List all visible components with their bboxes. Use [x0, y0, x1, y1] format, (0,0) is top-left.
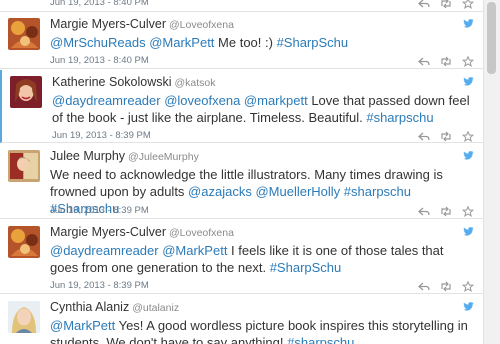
twitter-bird-icon — [463, 227, 474, 236]
avatar[interactable] — [8, 18, 40, 50]
mention-link[interactable]: @loveofxena — [164, 93, 240, 108]
tweet-timestamp[interactable]: Jun 19, 2013 - 8:39 PM — [50, 205, 149, 216]
mention-link[interactable]: @MarkPett — [149, 35, 214, 50]
author-handle[interactable]: @Loveofxena — [169, 227, 234, 239]
retweet-icon[interactable] — [440, 281, 452, 292]
hashtag-link[interactable]: #sharpschu — [287, 335, 354, 344]
tweet-text: @MarkPett Yes! A good wordless picture b… — [50, 317, 470, 344]
scrollbar[interactable] — [483, 0, 500, 344]
favorite-icon[interactable] — [462, 131, 474, 142]
retweet-icon[interactable] — [440, 0, 452, 9]
favorite-icon[interactable] — [462, 281, 474, 292]
author-handle[interactable]: @utalaniz — [132, 302, 179, 314]
tweet-text: @daydreamreader @MarkPett I feels like i… — [50, 242, 470, 276]
tweet-text: @daydreamreader @loveofxena @markpett Lo… — [52, 92, 472, 126]
author-handle[interactable]: @katsok — [175, 77, 216, 89]
tweet-text: @MrSchuReads @MarkPett Me too! :) #Sharp… — [50, 34, 470, 51]
mention-link[interactable]: @azajacks — [188, 184, 252, 199]
tweet-card[interactable]: Katherine Sokolowski @katsok @daydreamrea… — [0, 70, 484, 143]
retweet-icon[interactable] — [440, 131, 452, 142]
hashtag-link[interactable]: #SharpSchu — [270, 260, 342, 275]
tweet-timestamp[interactable]: Jun 19, 2013 - 8:39 PM — [50, 280, 149, 291]
author-handle[interactable]: @JuleeMurphy — [128, 151, 199, 163]
reply-icon[interactable] — [418, 0, 430, 9]
hashtag-link[interactable]: #sharpschu — [366, 110, 433, 125]
tweet-timestamp[interactable]: Jun 19, 2013 - 8:39 PM — [52, 130, 151, 141]
mention-link[interactable]: @daydreamreader — [52, 93, 161, 108]
tweet-card[interactable]: Margie Myers-Culver @Loveofxena @daydream… — [0, 220, 484, 294]
mention-link[interactable]: @markpett — [244, 93, 308, 108]
mention-link[interactable]: @MarkPett — [50, 318, 115, 333]
retweet-icon[interactable] — [440, 56, 452, 67]
avatar[interactable] — [8, 150, 40, 182]
author-name[interactable]: Margie Myers-Culver @Loveofxena — [50, 225, 234, 239]
mention-link[interactable]: @MuellerHolly — [255, 184, 340, 199]
reply-icon[interactable] — [418, 56, 430, 67]
author-name[interactable]: Julee Murphy @JuleeMurphy — [50, 149, 199, 163]
hashtag-link[interactable]: #SharpSchu — [277, 35, 349, 50]
mention-link[interactable]: @MarkPett — [162, 243, 227, 258]
reply-icon[interactable] — [418, 281, 430, 292]
author-name[interactable]: Margie Myers-Culver @Loveofxena — [50, 17, 234, 31]
scrollbar-thumb[interactable] — [487, 2, 496, 74]
favorite-icon[interactable] — [462, 206, 474, 217]
tweet-card[interactable]: Cynthia Alaniz @utalaniz @MarkPett Yes! A… — [0, 295, 484, 344]
reply-icon[interactable] — [418, 131, 430, 142]
tweet-timestamp[interactable]: Jun 19, 2013 - 8:40 PM — [50, 55, 149, 66]
mention-link[interactable]: @MrSchuReads — [50, 35, 146, 50]
author-handle[interactable]: @Loveofxena — [169, 19, 234, 31]
tweet-timestamp[interactable]: Jun 19, 2013 - 8:40 PM — [50, 0, 149, 8]
author-name[interactable]: Cynthia Alaniz @utalaniz — [50, 300, 179, 314]
avatar[interactable] — [8, 301, 40, 333]
tweet-feed: Jun 19, 2013 - 8:40 PM Margie Myers-Culv… — [0, 0, 484, 344]
hashtag-link[interactable]: #sharpschu — [344, 184, 411, 199]
retweet-icon[interactable] — [440, 206, 452, 217]
author-name[interactable]: Katherine Sokolowski @katsok — [52, 75, 216, 89]
favorite-icon[interactable] — [462, 56, 474, 67]
twitter-bird-icon — [463, 302, 474, 311]
avatar[interactable] — [10, 76, 42, 108]
reply-icon[interactable] — [418, 206, 430, 217]
tweet-text-fragment: Me too! :) — [214, 35, 277, 50]
mention-link[interactable]: @daydreamreader — [50, 243, 159, 258]
favorite-icon[interactable] — [462, 0, 474, 9]
tweet-card[interactable]: Margie Myers-Culver @Loveofxena @MrSchuRe… — [0, 12, 484, 69]
twitter-bird-icon — [463, 19, 474, 28]
avatar[interactable] — [8, 226, 40, 258]
tweet-card[interactable]: Julee Murphy @JuleeMurphy We need to ackn… — [0, 144, 484, 219]
twitter-bird-icon — [463, 151, 474, 160]
tweet-card[interactable]: Jun 19, 2013 - 8:40 PM — [0, 0, 484, 12]
twitter-bird-icon — [463, 77, 474, 86]
